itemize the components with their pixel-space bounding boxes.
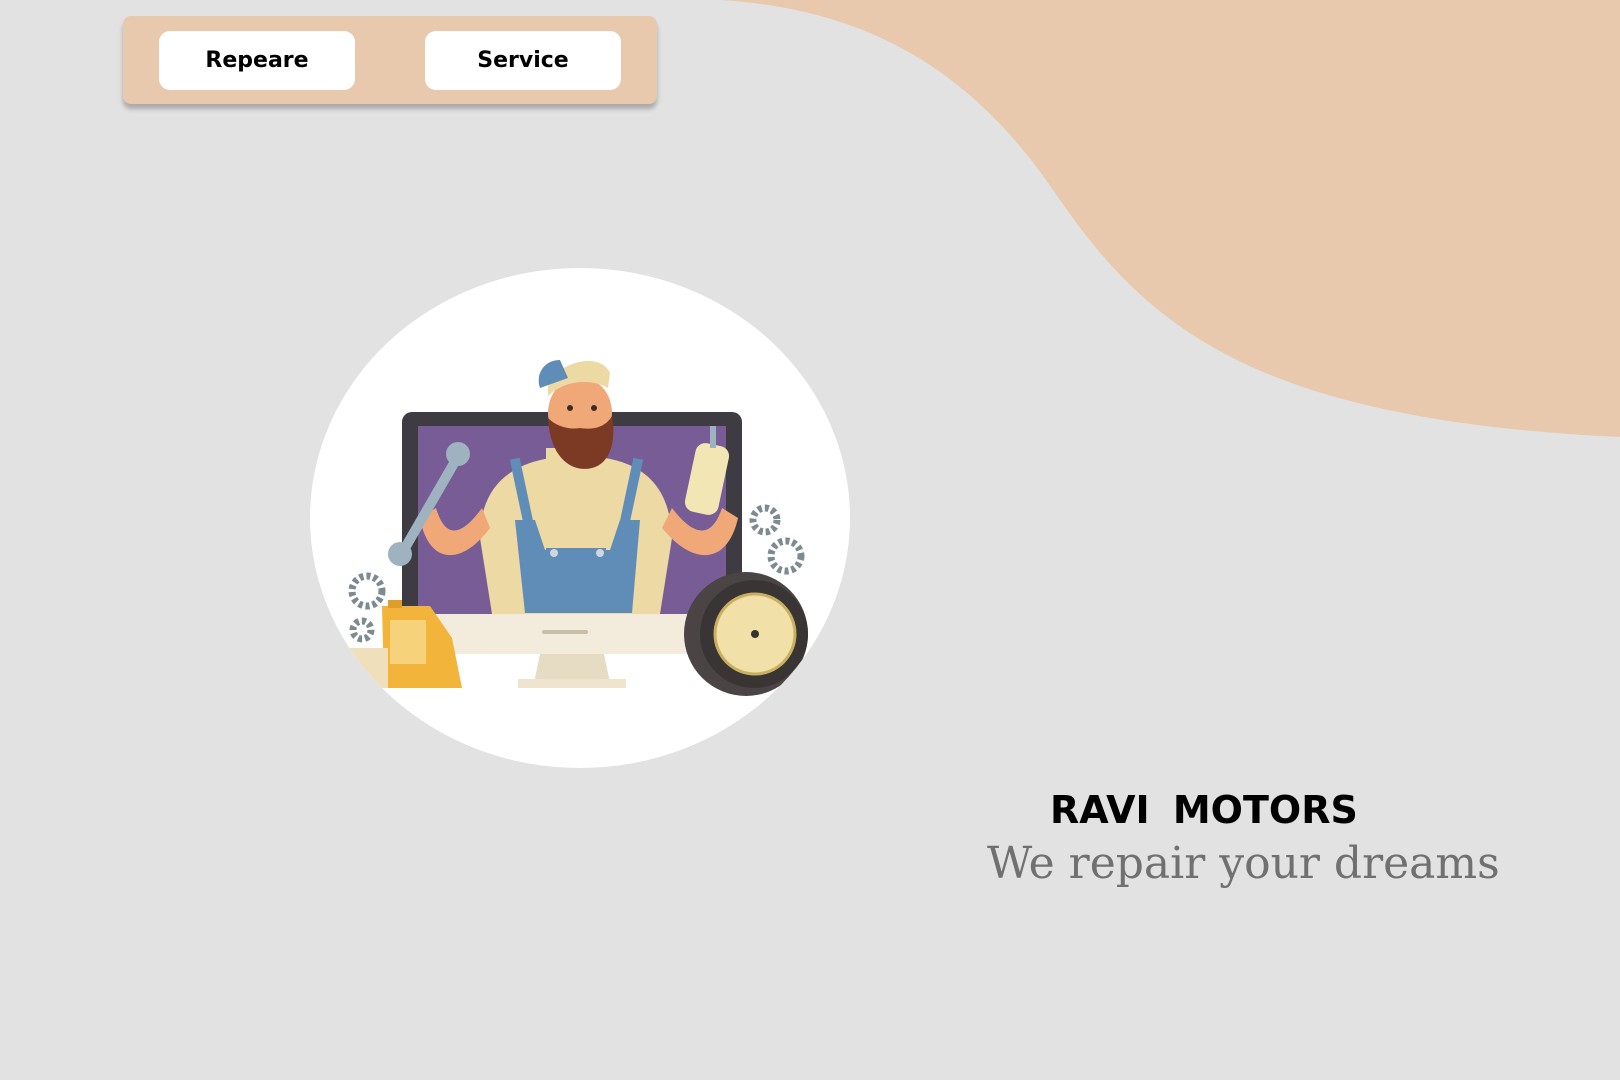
hero-illustration (310, 268, 850, 768)
service-button[interactable]: Service (425, 31, 621, 90)
brand-title: RAVI MOTORS (1050, 788, 1358, 832)
top-nav-bar: Repeare Service (123, 16, 657, 104)
repair-button[interactable]: Repeare (159, 31, 355, 90)
tire-icon (684, 572, 808, 696)
brand-tagline: We repair your dreams (987, 838, 1500, 889)
